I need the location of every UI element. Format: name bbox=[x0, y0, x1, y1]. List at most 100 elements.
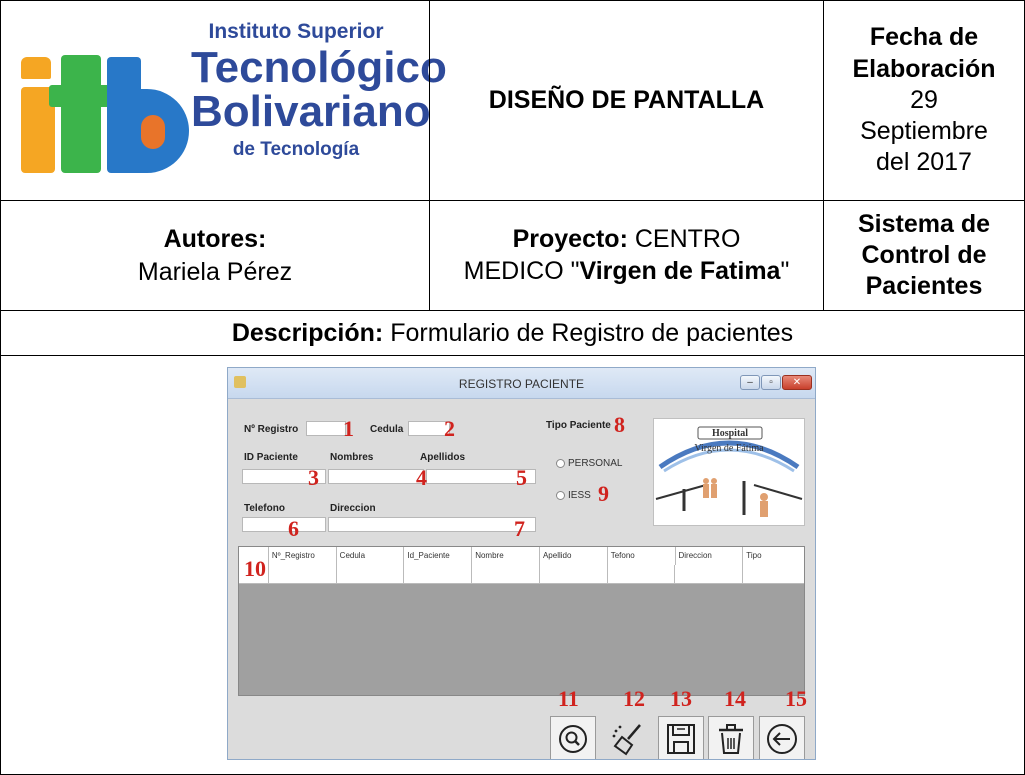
marker-9: 9 bbox=[598, 481, 609, 506]
grid-col-cedula[interactable]: Cedula bbox=[337, 547, 405, 565]
label-telefono: Telefono bbox=[244, 503, 285, 514]
description-label: Descripción: bbox=[231, 318, 384, 347]
grid-cell[interactable] bbox=[404, 565, 473, 583]
window-titlebar: REGISTRO PACIENTE – ▫ ✕ bbox=[228, 368, 815, 399]
grid-cell[interactable] bbox=[472, 565, 540, 583]
marker-2: 2 bbox=[444, 416, 455, 441]
grid-cell[interactable] bbox=[269, 565, 337, 583]
logo-text: Instituto Superior Tecnológico Bolivaria… bbox=[191, 19, 447, 160]
table-row[interactable] bbox=[239, 565, 804, 584]
fecha-label: Fecha de Elaboración bbox=[852, 23, 996, 83]
marker-7: 7 bbox=[514, 516, 525, 541]
patients-grid[interactable]: Nº_Registro Cedula Id_Paciente Nombre Ap… bbox=[238, 546, 805, 696]
marker-13: 13 bbox=[670, 686, 692, 711]
label-apellidos: Apellidos bbox=[420, 452, 466, 463]
logo-line3: Bolivariano bbox=[191, 87, 431, 136]
grid-header-row: Nº_Registro Cedula Id_Paciente Nombre Ap… bbox=[239, 547, 804, 566]
label-direccion: Direccion bbox=[330, 503, 376, 514]
label-nombres: Nombres bbox=[330, 452, 374, 463]
clear-button[interactable] bbox=[605, 716, 651, 759]
logo-line2: Tecnológico bbox=[191, 43, 447, 92]
label-cedula: Cedula bbox=[370, 424, 404, 435]
grid-cell[interactable] bbox=[337, 565, 405, 583]
marker-14: 14 bbox=[724, 686, 746, 711]
marker-8: 8 bbox=[614, 412, 625, 437]
label-registro: Nº Registro bbox=[244, 424, 299, 435]
itb-logo: Instituto Superior Tecnológico Bolivaria… bbox=[15, 19, 447, 189]
grid-col-apellido[interactable]: Apellido bbox=[540, 547, 608, 565]
logo-line4: de Tecnología bbox=[232, 139, 360, 160]
search-icon bbox=[559, 725, 587, 753]
grid-col-direccion[interactable]: Direccion bbox=[676, 547, 744, 565]
title-cell: DISEÑO DE PANTALLA bbox=[429, 0, 824, 201]
grid-col-registro[interactable]: Nº_Registro bbox=[269, 547, 337, 565]
radio-iess-dot bbox=[556, 491, 565, 500]
marker-11: 11 bbox=[558, 686, 579, 711]
description-cell: Descripción: Formulario de Registro de p… bbox=[0, 310, 1025, 356]
logo-line1: Instituto Superior bbox=[208, 20, 384, 43]
grid-cell[interactable] bbox=[540, 565, 608, 583]
marker-12: 12 bbox=[623, 686, 645, 711]
system-label: Sistema de Control de Pacientes bbox=[857, 209, 990, 301]
hospital-sign-text: Hospital bbox=[711, 428, 749, 439]
design-document: Instituto Superior Tecnológico Bolivaria… bbox=[0, 0, 1025, 775]
project-text2: " bbox=[780, 256, 790, 285]
radio-personal-dot bbox=[556, 459, 565, 468]
system-cell: Sistema de Control de Pacientes bbox=[823, 200, 1025, 311]
project-cell: Proyecto: CENTRO MEDICO "Virgen de Fatim… bbox=[429, 200, 824, 311]
back-button[interactable] bbox=[759, 716, 805, 759]
marker-5: 5 bbox=[516, 465, 527, 490]
delete-button[interactable] bbox=[708, 716, 754, 759]
label-id-paciente: ID Paciente bbox=[244, 452, 298, 463]
fecha-year: del 2017 bbox=[876, 148, 972, 177]
grid-col-nombre[interactable]: Nombre bbox=[472, 547, 540, 565]
registro-input[interactable] bbox=[306, 421, 346, 436]
registro-paciente-window: REGISTRO PACIENTE – ▫ ✕ Nº Registro 1 Ce… bbox=[227, 367, 816, 760]
radio-personal[interactable]: PERSONAL bbox=[556, 458, 622, 469]
fecha-month: Septiembre bbox=[860, 117, 988, 146]
floppy-disk-icon bbox=[667, 724, 695, 754]
grid-col-telefono[interactable]: Tefono bbox=[608, 547, 676, 565]
grid-cell[interactable] bbox=[608, 565, 676, 583]
radio-iess-label: IESS bbox=[568, 490, 591, 501]
marker-3: 3 bbox=[308, 465, 319, 490]
broom-icon bbox=[612, 724, 641, 756]
window-title: REGISTRO PACIENTE bbox=[458, 377, 585, 391]
trash-icon bbox=[719, 724, 743, 754]
grid-col-id-paciente[interactable]: Id_Paciente bbox=[404, 547, 473, 565]
logo-t-shape bbox=[61, 55, 101, 173]
page-title: DISEÑO DE PANTALLA bbox=[488, 86, 765, 114]
marker-1: 1 bbox=[343, 416, 354, 441]
marker-4: 4 bbox=[416, 465, 427, 490]
search-button[interactable] bbox=[550, 716, 596, 759]
radio-iess[interactable]: IESS bbox=[556, 490, 591, 501]
label-tipo-paciente: Tipo Paciente bbox=[546, 420, 611, 431]
project-text: Proyecto: CENTRO MEDICO "Virgen de Fatim… bbox=[462, 224, 792, 287]
grid-cell[interactable] bbox=[675, 565, 744, 583]
logo-cell: Instituto Superior Tecnológico Bolivaria… bbox=[0, 0, 447, 201]
close-button[interactable]: ✕ bbox=[782, 375, 812, 390]
grid-col-tipo[interactable]: Tipo bbox=[743, 547, 804, 565]
direccion-input[interactable] bbox=[328, 517, 536, 532]
minimize-button[interactable]: – bbox=[740, 375, 760, 390]
hospital-name-text: Virgen de Fátima bbox=[694, 443, 764, 454]
save-button[interactable] bbox=[658, 716, 704, 759]
fecha-cell: Fecha de Elaboración 29 Septiembre del 2… bbox=[823, 0, 1025, 201]
maximize-button[interactable]: ▫ bbox=[761, 375, 781, 390]
authors-cell: Autores: Mariela Pérez bbox=[0, 200, 430, 311]
grid-cell[interactable] bbox=[743, 565, 804, 583]
logo-t-bar-shape bbox=[49, 85, 111, 107]
description-text: Descripción: Formulario de Registro de p… bbox=[232, 319, 793, 348]
logo-b-hole-shape bbox=[141, 115, 165, 149]
project-label: Proyecto: bbox=[512, 225, 628, 254]
authors-label: Autores: bbox=[163, 225, 267, 253]
marker-10: 10 bbox=[244, 556, 266, 581]
project-name: Virgen de Fatima bbox=[579, 256, 781, 285]
logo-i-dot-shape bbox=[21, 57, 51, 79]
description-value: Formulario de Registro de pacientes bbox=[383, 318, 794, 347]
telefono-input[interactable] bbox=[242, 517, 326, 532]
nombres-input[interactable] bbox=[328, 469, 424, 484]
hospital-image: Hospital Virgen de Fátima bbox=[653, 418, 805, 526]
marker-15: 15 bbox=[785, 686, 807, 711]
arrow-left-icon bbox=[767, 724, 797, 754]
